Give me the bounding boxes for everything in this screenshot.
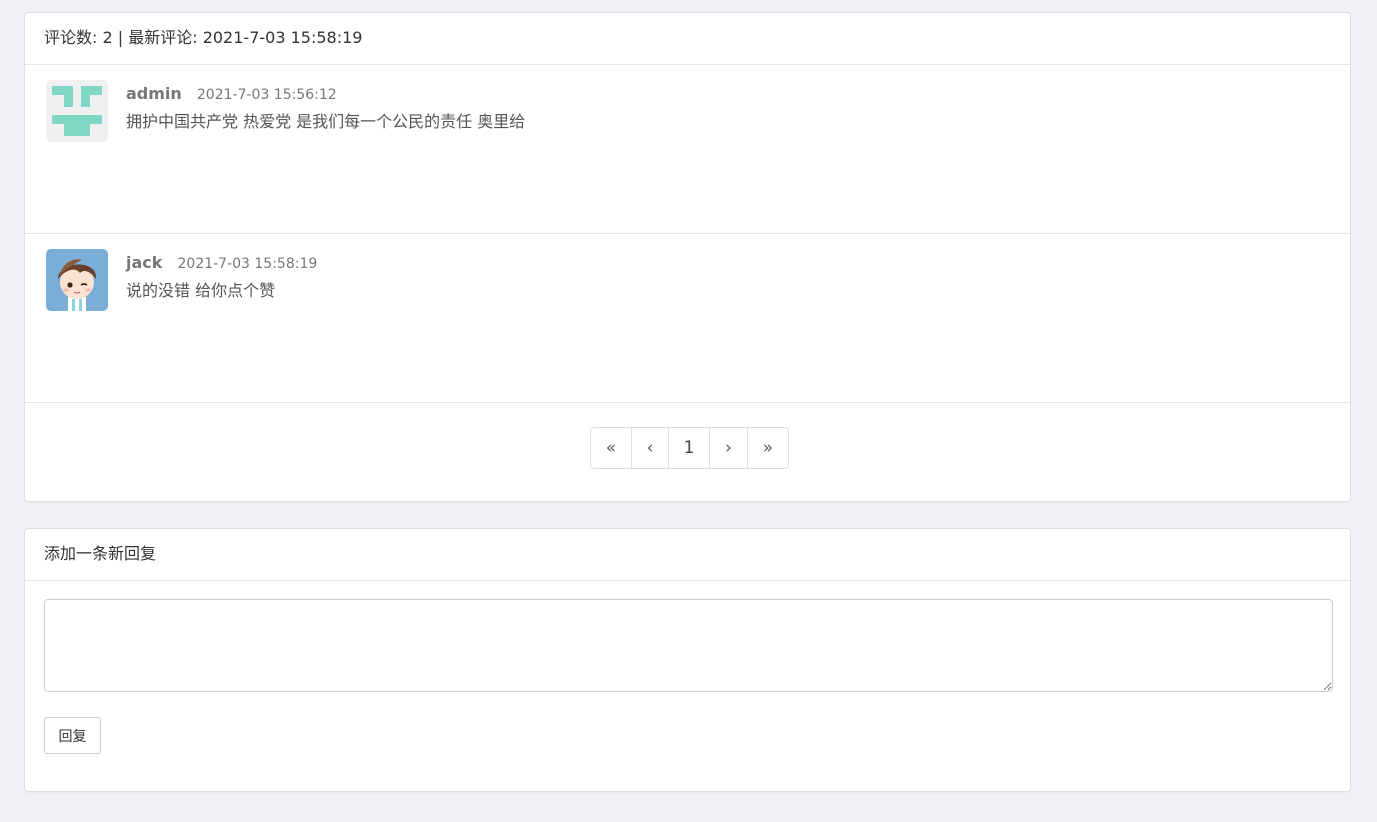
comments-panel: 评论数: 2 | 最新评论: 2021-7-03 15:58:19 admin … bbox=[24, 12, 1351, 502]
reply-button[interactable]: 回复 bbox=[44, 717, 101, 754]
comment-author[interactable]: admin bbox=[126, 84, 182, 103]
prev-page-button[interactable]: ‹ bbox=[632, 428, 669, 468]
comment-item: jack 2021-7-03 15:58:19 说的没错 给你点个赞 bbox=[25, 234, 1350, 403]
comment-time: 2021-7-03 15:58:19 bbox=[177, 256, 318, 272]
comment-author[interactable]: jack bbox=[126, 253, 162, 272]
comments-summary: 评论数: 2 | 最新评论: 2021-7-03 15:58:19 bbox=[25, 13, 1350, 65]
reply-textarea[interactable] bbox=[44, 599, 1333, 692]
reply-panel: 添加一条新回复 回复 bbox=[24, 528, 1351, 792]
next-page-button[interactable]: › bbox=[710, 428, 748, 468]
page-number-button[interactable]: 1 bbox=[669, 428, 710, 468]
cartoon-boy-avatar[interactable] bbox=[46, 249, 108, 311]
comment-text: 拥护中国共产党 热爱党 是我们每一个公民的责任 奥里给 bbox=[126, 112, 526, 131]
comment-time: 2021-7-03 15:56:12 bbox=[196, 87, 337, 103]
comment-text: 说的没错 给你点个赞 bbox=[126, 281, 276, 300]
identicon-avatar[interactable] bbox=[46, 80, 108, 142]
first-page-button[interactable]: « bbox=[591, 428, 632, 468]
comment-meta: admin 2021-7-03 15:56:12 bbox=[126, 84, 337, 103]
comment-item: admin 2021-7-03 15:56:12 拥护中国共产党 热爱党 是我们… bbox=[25, 65, 1350, 234]
reply-panel-title: 添加一条新回复 bbox=[25, 529, 1350, 581]
pagination: « ‹ 1 › » bbox=[590, 427, 789, 469]
last-page-button[interactable]: » bbox=[748, 428, 788, 468]
comment-meta: jack 2021-7-03 15:58:19 bbox=[126, 253, 317, 272]
